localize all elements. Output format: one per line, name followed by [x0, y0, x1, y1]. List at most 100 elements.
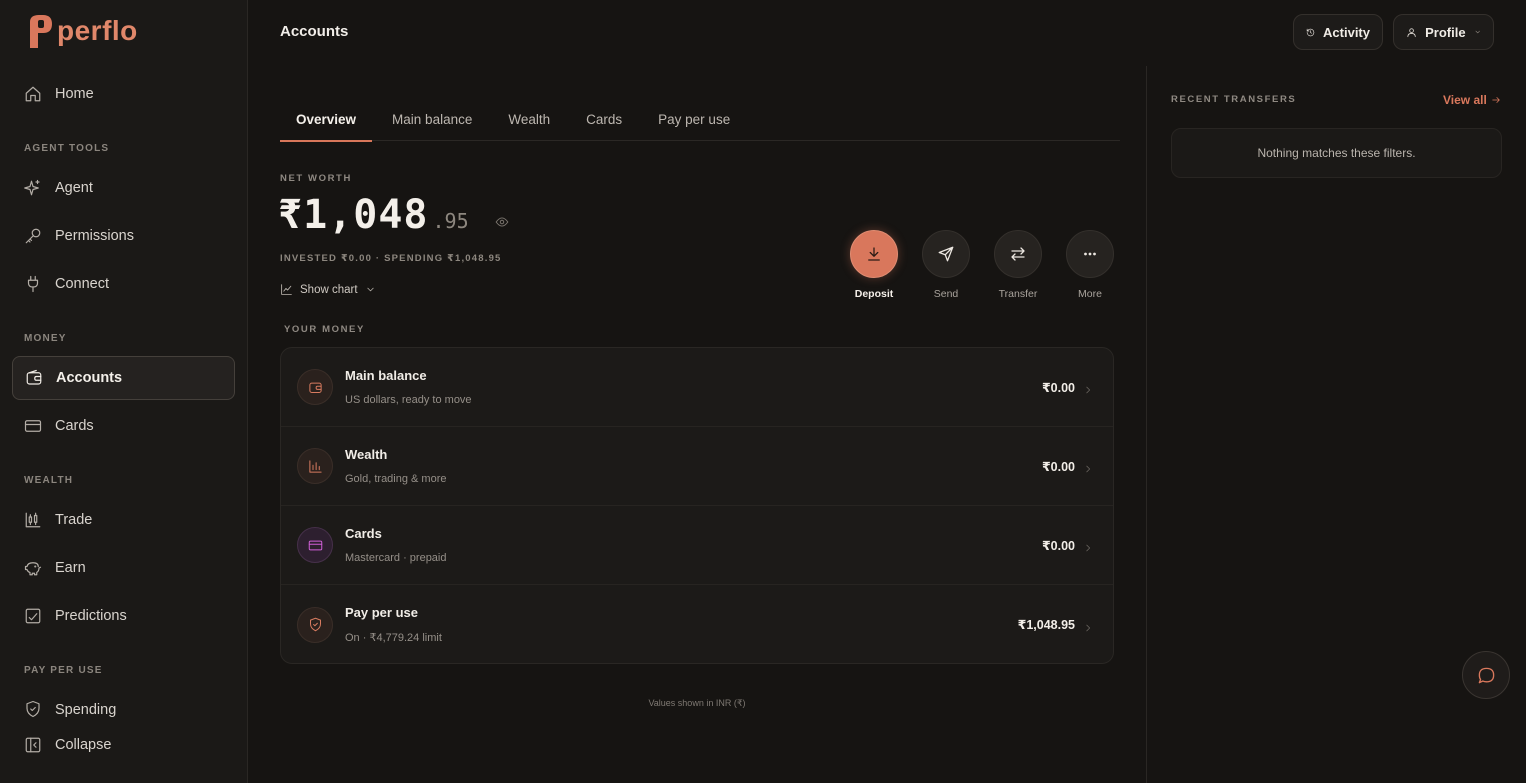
collapse-label: Collapse	[55, 737, 112, 753]
sidebar-item-earn[interactable]: Earn	[12, 546, 235, 590]
your-money-label: YOUR MONEY	[284, 324, 365, 335]
row-title: Cards	[345, 526, 382, 541]
net-worth-decimals: .95	[432, 209, 469, 233]
sparkle-icon	[24, 179, 40, 196]
sidebar-item-label: Cards	[55, 418, 94, 434]
home-icon	[25, 86, 41, 102]
plug-icon	[27, 275, 39, 293]
row-amount: ₹1,048.95	[1017, 618, 1075, 632]
money-row-main-balance[interactable]: Main balance US dollars, ready to move ₹…	[281, 348, 1113, 427]
tab-pay-per-use[interactable]: Pay per use	[642, 104, 746, 141]
user-icon	[1407, 27, 1416, 37]
sidebar-item-agent[interactable]: Agent	[12, 166, 235, 210]
sidebar-section-pay-per-use: PAY PER USE	[24, 665, 103, 676]
tab-overview[interactable]: Overview	[280, 104, 373, 142]
tab-wealth[interactable]: Wealth	[492, 104, 566, 141]
shield-check-icon	[26, 700, 40, 718]
sidebar-item-cards[interactable]: Cards	[12, 404, 235, 448]
sidebar-item-spending[interactable]: Spending	[12, 688, 235, 722]
row-text: Pay per use On · ₹4,779.24 limit	[345, 605, 442, 644]
money-row-cards[interactable]: Cards Mastercard · prepaid ₹0.00	[281, 506, 1113, 585]
chevron-right-icon	[1083, 461, 1093, 473]
toggle-visibility-button[interactable]	[495, 215, 509, 229]
credit-card-icon	[308, 540, 322, 550]
send-circle	[922, 230, 970, 278]
sidebar-item-label: Predictions	[55, 608, 127, 624]
sidebar-item-label: Spending	[55, 702, 117, 718]
tab-main-balance[interactable]: Main balance	[376, 104, 488, 141]
candlestick-icon	[25, 512, 41, 528]
net-worth-value: ₹1,048 .95	[278, 192, 469, 238]
credit-card-icon	[24, 420, 42, 432]
sidebar-item-label: Accounts	[56, 370, 123, 386]
show-chart-toggle[interactable]: Show chart	[280, 283, 376, 296]
transfer-icon	[1011, 247, 1025, 261]
piggy-bank-icon	[24, 562, 42, 576]
row-subtitle: Mastercard · prepaid	[345, 552, 447, 564]
eye-icon	[495, 217, 509, 227]
perflo-logo-icon	[30, 15, 52, 48]
row-subtitle: US dollars, ready to move	[345, 394, 472, 406]
wallet-icon	[26, 369, 42, 385]
line-chart-icon	[281, 284, 292, 295]
bar-chart-icon	[308, 459, 322, 473]
chevron-down-icon	[366, 287, 374, 292]
sidebar-item-predictions[interactable]: Predictions	[12, 594, 235, 638]
chevron-right-icon	[1083, 540, 1093, 552]
tab-cards[interactable]: Cards	[570, 104, 638, 141]
view-all-link[interactable]: View all	[1443, 93, 1501, 107]
row-icon-wrap	[297, 369, 333, 405]
sidebar-item-permissions[interactable]: Permissions	[12, 214, 235, 258]
sidebar-item-label: Home	[55, 86, 94, 102]
row-text: Main balance US dollars, ready to move	[345, 368, 472, 406]
row-title: Main balance	[345, 368, 427, 383]
send-button[interactable]: Send	[916, 230, 976, 300]
chevron-right-icon	[1083, 620, 1093, 631]
chevron-down-icon	[1475, 30, 1480, 34]
row-icon-wrap	[297, 448, 333, 484]
deposit-button[interactable]: Deposit	[844, 230, 904, 300]
row-text: Cards Mastercard · prepaid	[345, 526, 447, 564]
sidebar-item-label: Trade	[55, 512, 93, 528]
sidebar-item-accounts[interactable]: Accounts	[12, 356, 235, 400]
view-all-label: View all	[1443, 93, 1487, 107]
empty-state-text: Nothing matches these filters.	[1257, 146, 1416, 160]
account-tabs: Overview Main balance Wealth Cards Pay p…	[280, 104, 1120, 142]
net-worth-breakdown: INVESTED ₹0.00 · SPENDING ₹1,048.95	[280, 253, 502, 264]
row-subtitle: Gold, trading & more	[345, 473, 447, 485]
sidebar-item-trade[interactable]: Trade	[12, 498, 235, 542]
transfer-button[interactable]: Transfer	[988, 230, 1048, 300]
transfer-circle	[994, 230, 1042, 278]
brand-name: perflo	[57, 15, 138, 46]
net-worth-label: NET WORTH	[280, 173, 352, 184]
profile-button[interactable]: Profile	[1393, 14, 1494, 50]
currency-footnote: Values shown in INR (₹)	[648, 698, 746, 708]
deposit-circle	[850, 230, 898, 278]
row-icon-wrap	[297, 527, 333, 563]
sidebar-item-home[interactable]: Home	[12, 72, 235, 116]
chat-bubble-icon	[1478, 667, 1494, 683]
collapse-icon	[25, 737, 41, 753]
show-chart-label: Show chart	[300, 283, 358, 296]
download-icon	[868, 247, 880, 261]
chevron-right-icon	[1083, 382, 1093, 394]
sidebar-section-wealth: WEALTH	[24, 475, 74, 486]
chart-check-icon	[25, 608, 41, 624]
recent-transfers-label: RECENT TRANSFERS	[1171, 94, 1297, 105]
activity-button[interactable]: Activity	[1293, 14, 1383, 50]
send-label: Send	[933, 288, 959, 300]
sidebar-item-label: Agent	[55, 180, 93, 196]
collapse-sidebar-button[interactable]: Collapse	[12, 723, 235, 767]
money-row-wealth[interactable]: Wealth Gold, trading & more ₹0.00	[281, 427, 1113, 506]
money-row-pay-per-use[interactable]: Pay per use On · ₹4,779.24 limit ₹1,048.…	[281, 585, 1113, 663]
row-title: Pay per use	[345, 605, 418, 620]
sidebar-section-money: MONEY	[24, 333, 67, 344]
page-title: Accounts	[280, 23, 349, 40]
row-subtitle: On · ₹4,779.24 limit	[345, 632, 442, 644]
chat-button[interactable]	[1462, 651, 1510, 699]
arrow-right-icon	[1492, 97, 1500, 103]
more-button[interactable]: More	[1060, 230, 1120, 300]
money-list: Main balance US dollars, ready to move ₹…	[280, 347, 1114, 664]
sidebar-item-connect[interactable]: Connect	[12, 262, 235, 306]
brand-logo[interactable]: perflo	[27, 12, 138, 50]
